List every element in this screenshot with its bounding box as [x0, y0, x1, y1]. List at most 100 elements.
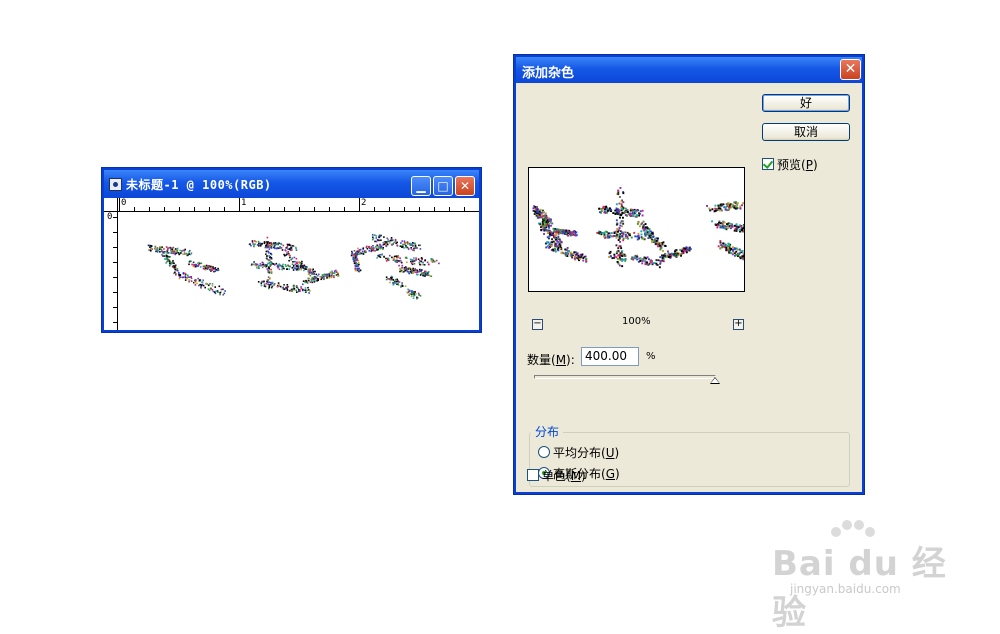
- noise-pixel: [268, 281, 270, 284]
- horizontal-ruler[interactable]: 0 1 2: [104, 198, 479, 212]
- noise-pixel: [295, 261, 298, 264]
- noise-pixel: [187, 274, 189, 277]
- noise-pixel: [323, 273, 326, 276]
- noise-pixel: [383, 236, 385, 238]
- noise-pixel: [417, 292, 420, 295]
- noise-pixel: [624, 207, 627, 210]
- noise-pixel: [554, 250, 557, 253]
- noise-pixel: [263, 241, 266, 243]
- noise-pixel: [583, 255, 586, 258]
- vertical-ruler[interactable]: 0: [104, 212, 118, 330]
- noise-pixel: [569, 233, 571, 236]
- noise-pixel: [211, 267, 214, 270]
- amount-input[interactable]: 400.00: [581, 347, 639, 366]
- uniform-label[interactable]: 平均分布(U): [553, 444, 619, 461]
- minimize-button[interactable]: ▁: [411, 176, 431, 196]
- noise-pixel: [177, 269, 179, 272]
- ok-button[interactable]: 好: [762, 94, 850, 112]
- monochrome-label[interactable]: 单色(M): [542, 467, 586, 484]
- document-canvas-area[interactable]: 0 1 2 0: [104, 198, 479, 330]
- document-titlebar[interactable]: 未标题-1 @ 100%(RGB) ▁ □ ✕: [104, 170, 479, 198]
- noise-pixel: [390, 238, 393, 241]
- noise-pixel: [268, 248, 271, 250]
- zoom-out-button[interactable]: −: [532, 319, 543, 330]
- noise-pixel: [356, 258, 359, 260]
- ruler-tick: [359, 198, 360, 211]
- noise-pixel: [331, 270, 333, 273]
- noise-pixel: [641, 262, 644, 265]
- noise-pixel: [409, 258, 412, 261]
- noise-pixel: [211, 285, 214, 287]
- noise-pixel: [543, 229, 546, 232]
- noise-pixel: [618, 202, 621, 205]
- noise-pixel: [664, 254, 666, 257]
- noise-pixel: [371, 234, 374, 236]
- noise-pixel: [721, 246, 723, 249]
- noise-pixel: [404, 285, 407, 287]
- noise-pixel: [675, 249, 678, 252]
- noise-pixel: [395, 255, 397, 257]
- preview-label[interactable]: 预览(P): [777, 156, 818, 173]
- noise-pixel: [385, 260, 388, 262]
- noise-pixel: [408, 272, 410, 275]
- noise-pixel: [305, 279, 307, 282]
- noise-pixel: [270, 268, 272, 271]
- noise-pixel: [737, 226, 740, 229]
- maximize-button[interactable]: □: [433, 176, 453, 196]
- noise-pixel: [273, 283, 276, 285]
- noise-pixel: [720, 209, 723, 212]
- preview-checkbox[interactable]: [762, 158, 774, 170]
- noise-pixel: [426, 274, 428, 276]
- noise-pixel: [661, 259, 664, 262]
- noise-pixel: [174, 250, 177, 252]
- monochrome-checkbox[interactable]: [527, 469, 539, 481]
- cancel-button[interactable]: 取消: [762, 123, 850, 141]
- preview-pane[interactable]: [528, 167, 745, 292]
- noise-pixel: [630, 236, 633, 239]
- noise-pixel: [297, 269, 300, 271]
- noise-pixel: [617, 254, 620, 257]
- dialog-titlebar[interactable]: 添加杂色 ✕: [516, 57, 862, 83]
- noise-pixel: [539, 208, 542, 211]
- ruler-tick: [194, 207, 195, 211]
- noise-pixel: [743, 230, 744, 233]
- noise-pixel: [428, 263, 430, 266]
- noise-pixel: [309, 274, 312, 277]
- noise-pixel: [281, 249, 284, 251]
- ruler-origin[interactable]: [104, 198, 118, 212]
- noise-pixel: [617, 230, 619, 233]
- noise-pixel: [268, 267, 270, 269]
- noise-pixel: [728, 208, 730, 211]
- ruler-tick: [149, 207, 150, 211]
- noise-pixel: [744, 202, 745, 204]
- noise-pixel: [265, 265, 268, 267]
- noise-pixel: [385, 276, 388, 278]
- noise-pixel: [578, 258, 581, 260]
- noise-pixel: [601, 209, 604, 211]
- noise-pixel: [642, 258, 645, 260]
- amount-slider-thumb[interactable]: [710, 377, 720, 384]
- noise-pixel: [640, 230, 643, 233]
- noise-pixel: [267, 269, 269, 272]
- noise-pixel: [615, 223, 618, 226]
- noise-pixel: [188, 263, 190, 266]
- noise-pixel: [719, 241, 722, 244]
- noise-pixel: [640, 223, 643, 226]
- noise-pixel: [171, 252, 174, 255]
- amount-slider[interactable]: [534, 375, 716, 379]
- noise-pixel: [328, 272, 331, 275]
- noise-pixel: [370, 249, 373, 252]
- noise-pixel: [260, 284, 263, 287]
- noise-pixel: [536, 210, 539, 213]
- uniform-radio[interactable]: [538, 446, 550, 458]
- minimize-icon: ▁: [416, 179, 426, 193]
- noise-pixel: [252, 243, 255, 245]
- noise-pixel: [549, 242, 552, 245]
- zoom-in-button[interactable]: +: [733, 319, 744, 330]
- noise-pixel: [645, 257, 648, 260]
- noise-pixel: [397, 280, 399, 282]
- noise-pixel: [639, 260, 642, 262]
- noise-pixel: [645, 229, 648, 232]
- dialog-close-button[interactable]: ✕: [840, 59, 861, 80]
- close-button[interactable]: ✕: [455, 176, 475, 196]
